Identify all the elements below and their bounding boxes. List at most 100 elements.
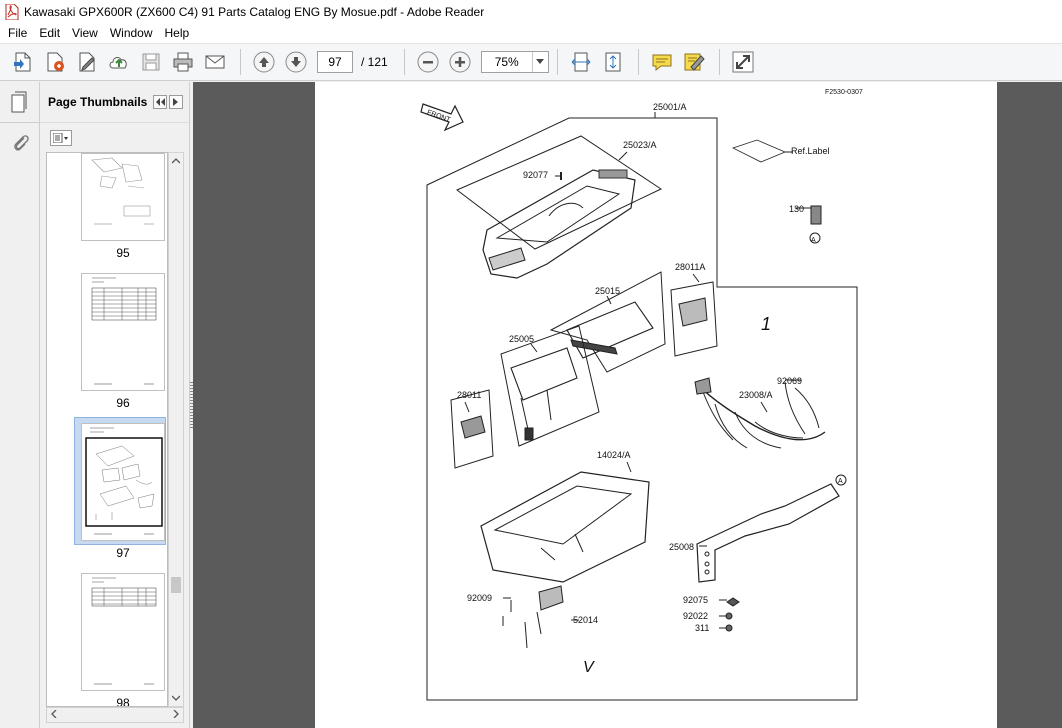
part-label-311: 311 [695,623,709,633]
email-button[interactable] [200,47,230,77]
highlight-button[interactable] [679,47,709,77]
menu-file[interactable]: File [2,23,33,43]
part-label-25005: 25005 [509,334,534,344]
thumbnail-vertical-scrollbar[interactable] [168,152,184,707]
part-label-25015: 25015 [595,286,620,296]
thumbnail-label: 98 [116,696,130,707]
zoom-value: 75% [494,55,519,69]
page-number-input[interactable]: 97 [317,51,353,73]
create-pdf-button[interactable] [8,47,38,77]
title-bar: Kawasaki GPX600R (ZX600 C4) 91 Parts Cat… [0,0,1062,23]
list-options-icon [53,132,68,143]
parts-diagram: F2530-0307 FRONT Ref.Label 25001/A 25023… [420,89,863,701]
thumbnail-preview [85,427,163,535]
double-chevron-left-icon [155,98,165,106]
options-menu-button[interactable] [50,129,72,146]
pdf-file-icon [5,3,19,20]
figure-code: F2530-0307 [825,89,863,96]
attachments-button[interactable] [0,123,40,163]
zoom-in-button[interactable] [445,47,475,77]
callout-a-lower: A [838,478,843,485]
menu-window[interactable]: Window [104,23,159,43]
thumbnail-label: 95 [116,246,130,260]
thumbnail-horizontal-scrollbar[interactable] [46,707,184,723]
full-screen-button[interactable] [728,47,758,77]
front-arrow-label: FRONT [426,109,452,124]
thumbnail-page-97[interactable] [81,423,165,541]
save-disk-icon [142,53,160,71]
paperclip-icon [14,135,29,151]
part-label-130: 130 [789,204,804,214]
navigation-rail [0,82,40,728]
fit-page-button[interactable] [598,47,628,77]
menu-view[interactable]: View [66,23,104,43]
expand-panel-button[interactable] [169,95,184,109]
part-label-92077: 92077 [523,170,548,180]
part-label-25001: 25001/A [653,102,687,112]
part-label-92069: 92069 [777,376,802,386]
chevron-down-icon[interactable] [531,52,548,72]
pdf-page: F2530-0307 FRONT Ref.Label 25001/A 25023… [315,82,997,728]
chevron-down-icon[interactable] [169,690,183,706]
collapse-panel-button[interactable] [153,95,168,109]
zoom-select[interactable]: 75% [480,51,549,73]
save-button[interactable] [136,47,166,77]
chevron-up-icon[interactable] [169,153,183,169]
thumbnail-preview [91,157,154,225]
window-title: Kawasaki GPX600R (ZX600 C4) 91 Parts Cat… [24,4,485,19]
edit-pdf-button[interactable] [40,47,70,77]
comment-button[interactable] [647,47,677,77]
thumbnails-panel: Page Thumbnails 95 96 97 98 [40,82,190,728]
arrow-up-circle-icon [253,51,275,73]
scrollbar-thumb[interactable] [171,577,181,593]
zoom-out-button[interactable] [413,47,443,77]
thumbnail-page-95[interactable] [81,153,165,241]
part-label-92075: 92075 [683,595,708,605]
toolbar-separator [240,49,241,75]
fit-page-icon [571,52,591,72]
fit-width-button[interactable] [566,47,596,77]
cloud-upload-icon [109,57,127,69]
thumbnail-preview [91,277,157,385]
part-label-92022: 92022 [683,611,708,621]
document-view[interactable]: F2530-0307 FRONT Ref.Label 25001/A 25023… [193,82,1062,728]
toolbar-separator [403,49,405,75]
upload-button[interactable] [104,47,134,77]
thumbnail-options-bar [40,122,189,152]
menu-edit[interactable]: Edit [33,23,66,43]
thumbnail-page-96[interactable] [81,273,165,391]
handwritten-mark-v: V [583,659,595,676]
edit-pdf-icon [47,52,64,72]
fit-window-icon [605,52,621,72]
thumbnails-header: Page Thumbnails [40,82,189,122]
plus-circle-icon [449,51,471,73]
highlighter-icon [684,53,705,71]
thumbnail-page-98[interactable] [81,573,165,691]
part-label-92009: 92009 [467,593,492,603]
speech-bubble-icon [652,54,672,72]
expand-icon [732,51,754,73]
thumbnails-title: Page Thumbnails [48,95,148,109]
previous-page-button[interactable] [249,47,279,77]
chevron-left-icon[interactable] [51,709,57,721]
thumbnail-label: 96 [116,396,130,410]
next-page-button[interactable] [281,47,311,77]
create-pdf-icon [14,52,31,72]
callout-a-upper: A [811,237,816,244]
part-label-28011a: 28011A [675,262,705,272]
part-label-25008: 25008 [669,542,694,552]
chevron-right-icon[interactable] [173,709,179,721]
print-button[interactable] [168,47,198,77]
handwritten-mark-1: 1 [761,314,771,334]
sign-button[interactable] [72,47,102,77]
chevron-right-icon [173,98,179,106]
sign-pen-icon [79,52,95,72]
part-label-28011: 28011 [457,390,481,400]
toolbar-separator [718,49,720,75]
part-label-25023: 25023/A [623,140,657,150]
envelope-icon [205,55,225,69]
menu-help[interactable]: Help [159,23,196,43]
toolbar: 97 / 121 75% [0,43,1062,81]
page-thumbnails-button[interactable] [0,82,40,122]
minus-circle-icon [417,51,439,73]
